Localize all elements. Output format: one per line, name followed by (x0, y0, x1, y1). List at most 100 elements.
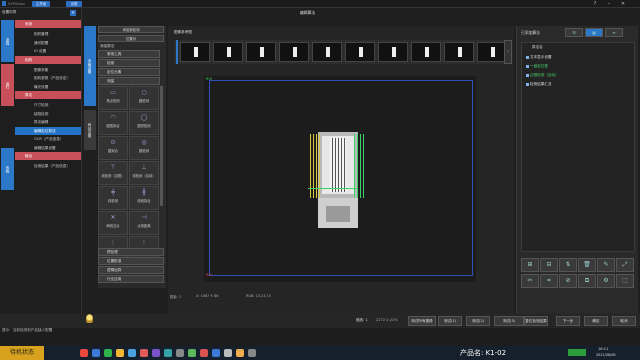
tree-item[interactable]: 编辑定位算法 (15, 126, 81, 135)
taskbar-app-icon[interactable] (116, 349, 124, 357)
algorithm-list-item[interactable]: 边框检测（自动） (526, 71, 630, 79)
algorithm-list-item[interactable]: 一级定位框 (526, 62, 630, 70)
side-tab-run[interactable]: 运行 (1, 64, 14, 106)
help-icon[interactable]: ? (592, 1, 598, 7)
tree-item[interactable]: 尺寸检测 (15, 101, 81, 109)
tool-button[interactable]: ○ 圆检测 (129, 86, 159, 110)
tree-item[interactable]: 相机参数（产品设定） (15, 74, 81, 82)
tree-group-header[interactable]: 输出 (15, 152, 81, 160)
close-icon[interactable]: ✕ (620, 1, 626, 7)
image-thumbnail[interactable] (378, 42, 408, 62)
tool-button[interactable]: ◠ 圆弧拟合 (98, 111, 128, 135)
detail-view-icon[interactable]: ≡ (605, 28, 623, 37)
tab-local-settings[interactable]: 局部设置 (84, 110, 96, 150)
thumb-scroll-right-icon[interactable]: › (504, 40, 512, 64)
tab-main[interactable]: 主界面 (32, 1, 50, 7)
palette-category[interactable]: 定位元素 (98, 68, 160, 76)
taskbar-app-icon[interactable] (128, 349, 136, 357)
disable-icon[interactable]: ⊘ (559, 274, 577, 288)
taskbar-app-icon[interactable] (248, 349, 256, 357)
tree-item[interactable]: 检测结果（产品信息） (15, 162, 81, 170)
action-button[interactable]: 下一步 (556, 316, 580, 326)
action-button[interactable]: 取消 (612, 316, 636, 326)
expand-icon[interactable]: ⤢ (616, 258, 634, 272)
action-button[interactable]: 测试(2) (466, 316, 490, 326)
remove-icon[interactable]: ⊟ (540, 258, 558, 272)
taskbar-app-icon[interactable] (92, 349, 100, 357)
palette-category[interactable]: 测量 (98, 77, 160, 85)
algorithm-list-item[interactable]: 文本显示设置 (526, 53, 630, 61)
action-button[interactable]: 测试(1) (438, 316, 462, 326)
image-thumbnail[interactable] (444, 42, 474, 62)
image-thumbnail[interactable] (345, 42, 375, 62)
tree-item[interactable]: IO 设置 (15, 47, 81, 55)
palette-category[interactable]: 常用工具 (98, 50, 160, 58)
grid-icon[interactable]: ⌗ (540, 274, 558, 288)
tree-item[interactable]: 编辑结果设置 (15, 144, 81, 152)
sort-icon[interactable]: ⇅ (559, 258, 577, 272)
tree-item[interactable]: 图像采集 (15, 66, 81, 74)
frame-icon[interactable]: ⬚ (616, 274, 634, 288)
image-thumbnail[interactable] (180, 42, 210, 62)
algorithm-list-item[interactable]: 检测结果汇总 (526, 80, 630, 88)
list-view-icon[interactable]: ☰ (565, 28, 583, 37)
copy-icon[interactable]: ⧉ (578, 274, 596, 288)
image-thumbnail[interactable] (213, 42, 243, 62)
palette-bottom-category[interactable]: 位置配准 (98, 257, 164, 265)
taskbar-app-icon[interactable] (236, 349, 244, 357)
tool-button[interactable]: ✕ 两线交点 (98, 211, 128, 235)
taskbar-app-icon[interactable] (104, 349, 112, 357)
tree-item[interactable]: 曝光设置 (15, 83, 81, 91)
taskbar-app-icon[interactable] (140, 349, 148, 357)
add-icon[interactable]: ⊞ (521, 258, 539, 272)
taskbar-app-icon[interactable] (152, 349, 160, 357)
collapse-icon[interactable]: « (70, 10, 76, 16)
taskbar-app-icon[interactable] (212, 349, 220, 357)
side-tab-flow[interactable]: 流程 (1, 20, 14, 62)
palette-scrollbar[interactable] (160, 86, 163, 206)
taskbar-app-icon[interactable] (176, 349, 184, 357)
palette-bottom-category[interactable]: 逻辑运算 (98, 266, 164, 274)
tool-button[interactable]: ◎ 圆检测 (129, 136, 159, 160)
tool-button[interactable]: ⊥ 线检测（自动） (129, 161, 159, 185)
tool-button[interactable]: ⊙ 圆拟合 (98, 136, 128, 160)
tool-button[interactable]: ▭ 角点检测 (98, 86, 128, 110)
tool-button[interactable]: ⊣ 点线距离 (129, 211, 159, 235)
tree-group-header[interactable]: 算法 (15, 91, 81, 99)
tool-button[interactable]: ⊤ 线检测（边框） (98, 161, 128, 185)
palette-bottom-category[interactable]: 预处理 (98, 248, 164, 256)
delete-icon[interactable]: 🗑 (578, 258, 596, 272)
tree-group-header[interactable]: 相机 (15, 55, 81, 64)
action-button[interactable]: 复位检测结果 (524, 316, 548, 326)
taskbar-app-icon[interactable] (80, 349, 88, 357)
tool-button[interactable]: ╫ 线段拟合 (129, 186, 159, 210)
minimize-icon[interactable]: – (606, 1, 612, 7)
edit-icon[interactable]: ✎ (597, 258, 615, 272)
image-thumbnail[interactable] (411, 42, 441, 62)
taskbar-app-icon[interactable] (224, 349, 232, 357)
action-button[interactable]: 测试(3) (494, 316, 524, 326)
tree-group-header[interactable]: 系统 (15, 20, 81, 28)
action-button[interactable]: 测试所有图像 (408, 316, 436, 326)
image-thumbnail[interactable] (477, 42, 507, 62)
position-dropdown[interactable]: 位置对 (98, 35, 164, 42)
tool-button[interactable]: ◯ 圆形检测 (129, 111, 159, 135)
tree-item[interactable]: 算法编辑 (15, 118, 81, 126)
cut-icon[interactable]: ✂ (521, 274, 539, 288)
palette-category[interactable]: 检测 (98, 59, 160, 67)
tree-item[interactable]: OCR（产品信息） (15, 135, 81, 143)
tree-item[interactable]: 缺陷检测 (15, 110, 81, 118)
grid-view-icon[interactable]: ▦ (585, 28, 603, 37)
tree-item[interactable]: 通讯配置 (15, 39, 81, 47)
taskbar-app-icon[interactable] (164, 349, 172, 357)
tab-settings[interactable]: 设置 (66, 1, 82, 7)
image-thumbnail[interactable] (246, 42, 276, 62)
taskbar-app-icon[interactable] (188, 349, 196, 357)
tab-global-settings[interactable]: 全局设置 (84, 26, 96, 106)
image-thumbnail[interactable] (279, 42, 309, 62)
palette-bottom-category[interactable]: 行业应用 (98, 275, 164, 283)
tool-button[interactable]: ╪ 线检测 (98, 186, 128, 210)
taskbar-app-icon[interactable] (200, 349, 208, 357)
settings-icon[interactable]: ⚙ (597, 274, 615, 288)
action-button[interactable]: 确定 (584, 316, 608, 326)
